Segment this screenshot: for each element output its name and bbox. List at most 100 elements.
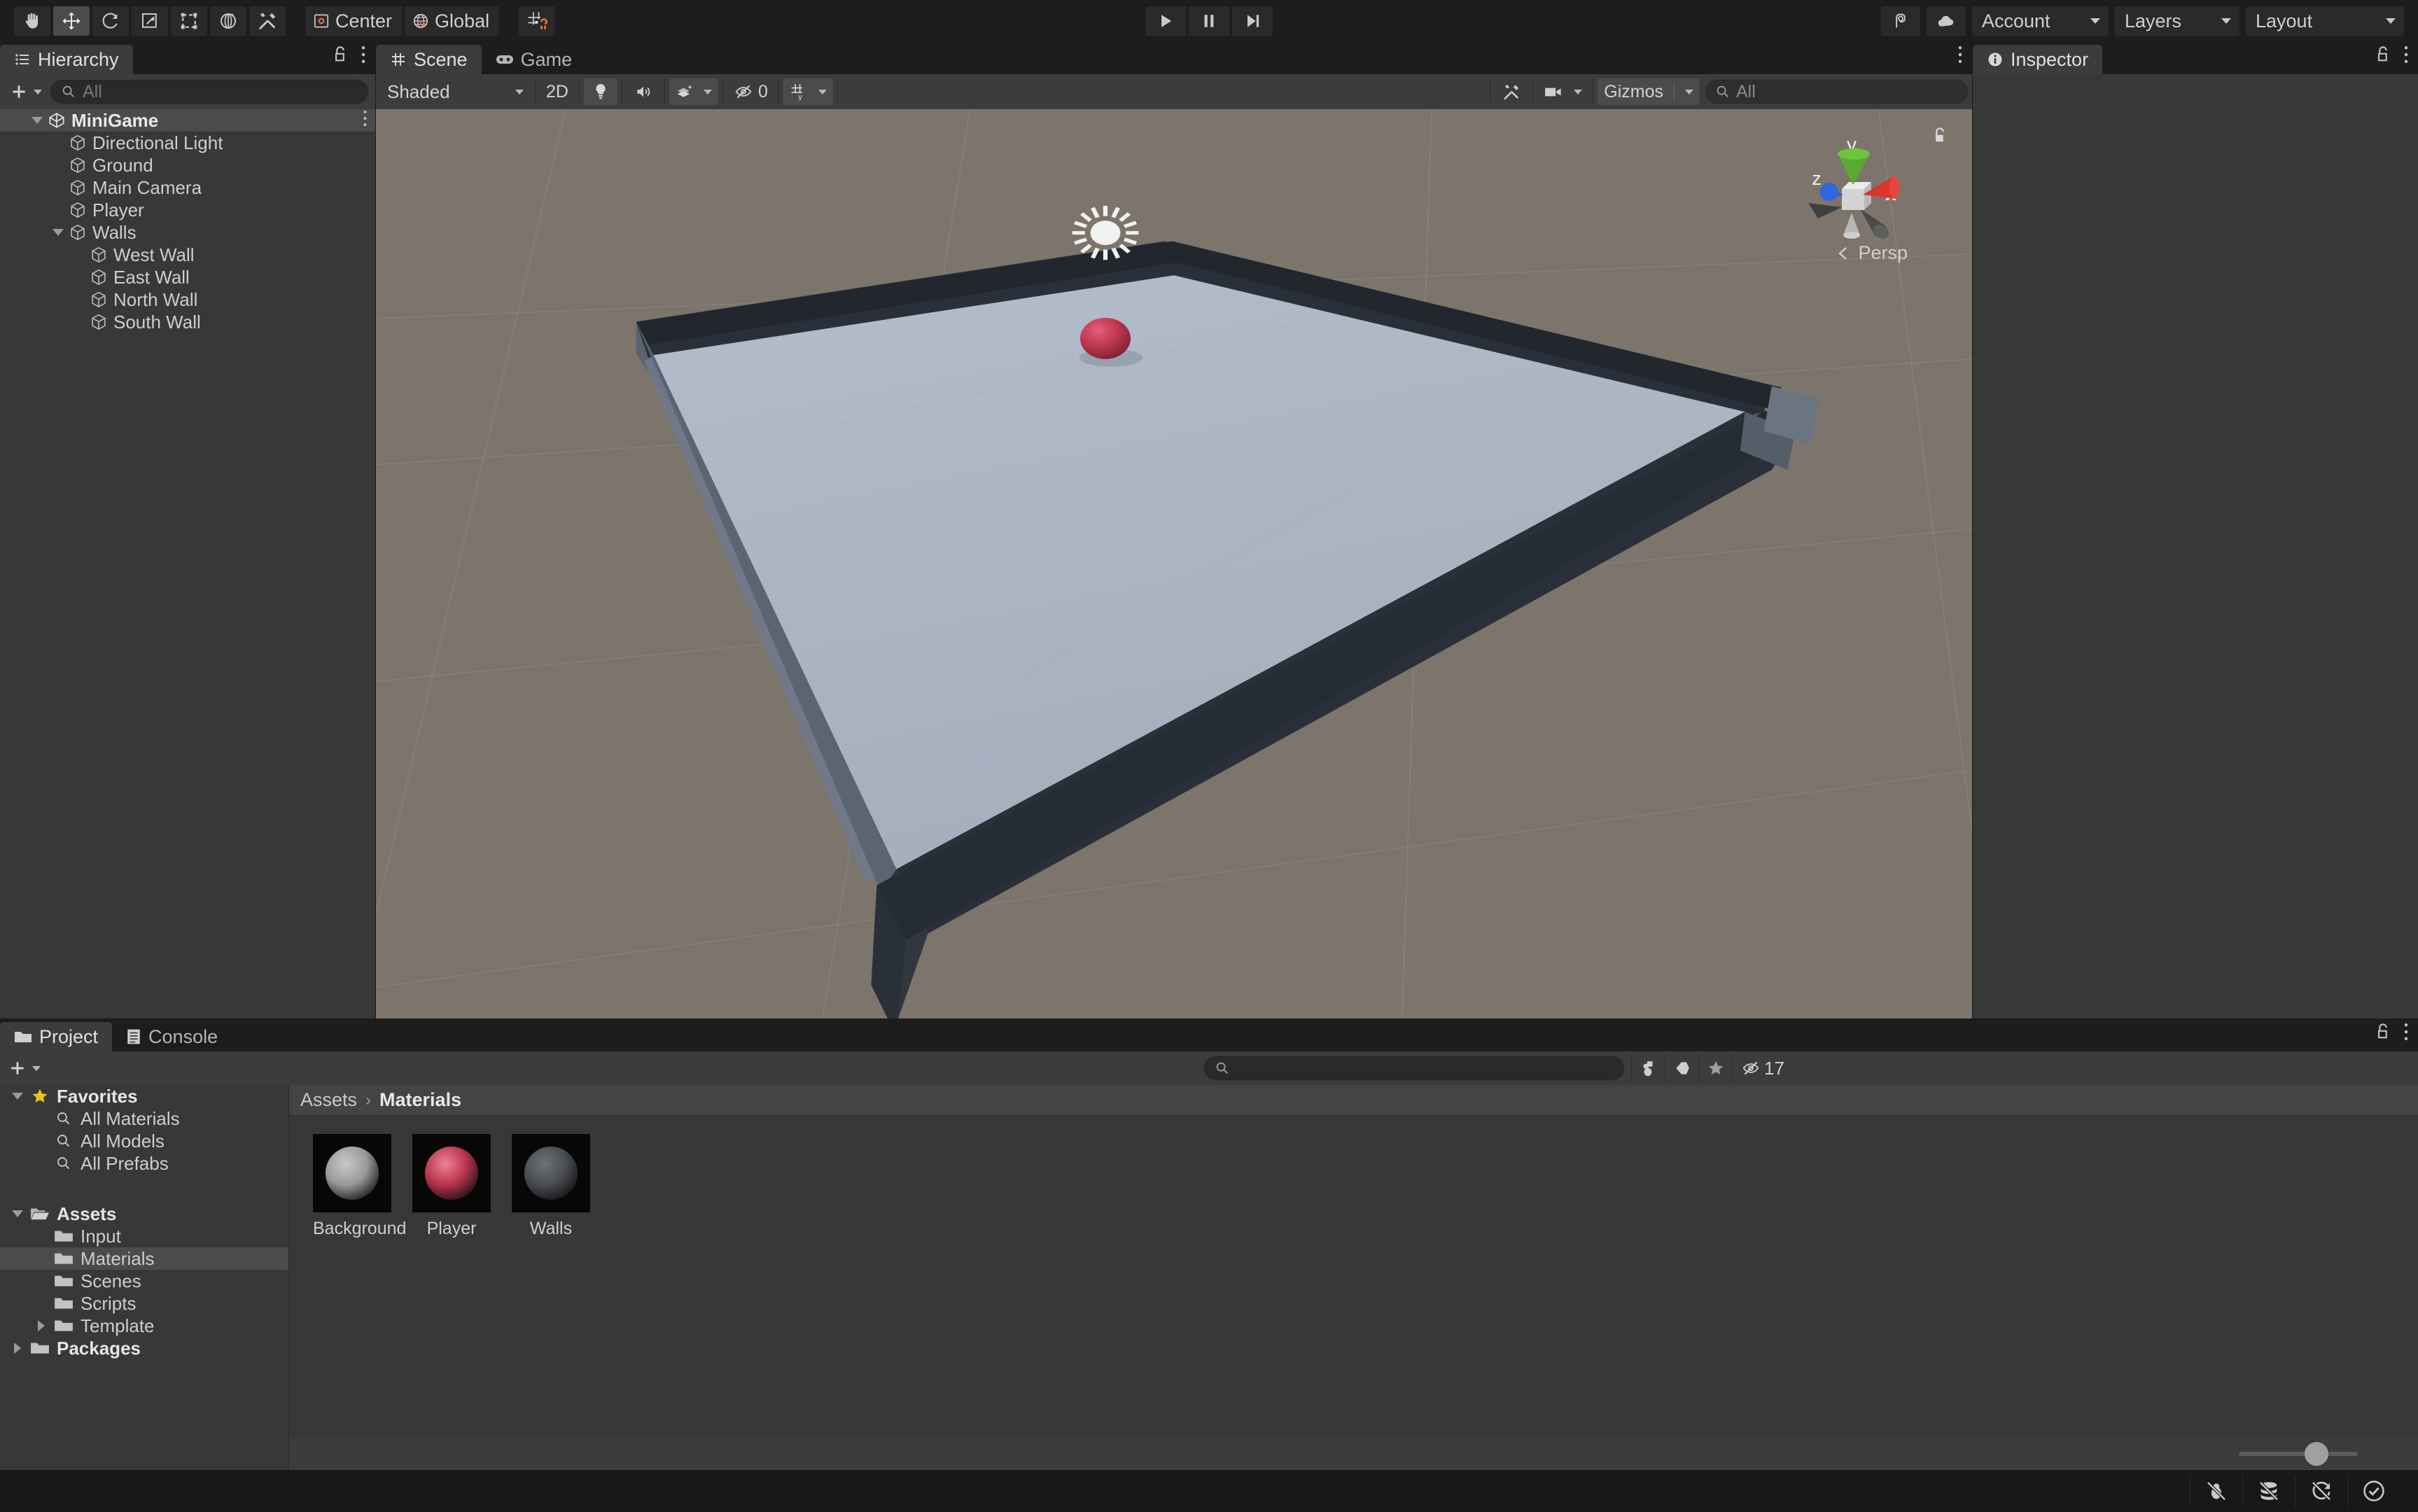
hierarchy-item-east-wall[interactable]: East Wall [0, 266, 375, 288]
expand-toggle[interactable] [7, 1343, 28, 1354]
toggle-audio-button[interactable] [626, 78, 660, 105]
filter-favorites-button[interactable] [1698, 1054, 1732, 1082]
panel-menu-icon[interactable] [2403, 1022, 2410, 1045]
asset-item-walls[interactable]: Walls [512, 1134, 590, 1239]
project-tree-item-all-prefabs[interactable]: All Prefabs [0, 1152, 288, 1175]
step-button[interactable] [1232, 6, 1273, 36]
asset-grid[interactable]: Background Player Walls [289, 1116, 2418, 1438]
scene-grid-button[interactable]: y [783, 78, 833, 105]
project-search-input[interactable] [1204, 1056, 1624, 1080]
hierarchy-search-input[interactable]: All [50, 80, 368, 104]
scale-tool-button[interactable] [132, 6, 168, 36]
hand-tool-button[interactable] [14, 6, 50, 36]
grid-snapping-button[interactable] [519, 6, 556, 36]
rect-tool-button[interactable] [171, 6, 207, 36]
hierarchy-item-north-wall[interactable]: North Wall [0, 288, 375, 311]
scene-viewport[interactable]: y z x [376, 109, 1972, 1018]
project-hidden-count[interactable]: 17 [1732, 1054, 1793, 1082]
custom-tool-button[interactable] [249, 6, 286, 36]
expand-toggle[interactable] [7, 1093, 28, 1100]
tab-console[interactable]: Console [112, 1022, 232, 1051]
asset-item-player[interactable]: Player [412, 1134, 491, 1239]
gameobject-cube-icon [71, 180, 85, 195]
panel-menu-icon[interactable] [1957, 45, 1964, 68]
pause-button[interactable] [1189, 6, 1229, 36]
handle-rotation-button[interactable]: Global [405, 6, 500, 36]
row-menu-icon[interactable] [362, 109, 368, 127]
tab-project[interactable]: Project [0, 1022, 113, 1051]
hierarchy-item-minigame[interactable]: MiniGame [0, 109, 375, 132]
project-tree-item-assets[interactable]: Assets [0, 1203, 288, 1225]
rotate-tool-button[interactable] [92, 6, 129, 36]
lock-icon[interactable] [2375, 1023, 2391, 1044]
pivot-mode-button[interactable]: Center [305, 6, 403, 36]
gizmos-button[interactable]: Gizmos [1598, 78, 1700, 105]
ok-icon[interactable] [2348, 1470, 2400, 1512]
project-add-button[interactable] [8, 1059, 41, 1077]
move-tool-button[interactable] [53, 6, 90, 36]
hierarchy-item-directional-light[interactable]: Directional Light [0, 132, 375, 154]
panel-menu-icon[interactable] [360, 45, 367, 68]
project-folder-tree[interactable]: Favorites All Materials All Models All Pref… [0, 1085, 289, 1470]
hierarchy-add-button[interactable] [7, 83, 45, 101]
layout-dropdown[interactable]: Layout [2246, 6, 2404, 36]
breadcrumb[interactable]: Assets › Materials [289, 1085, 2418, 1116]
expand-toggle[interactable] [49, 229, 67, 236]
asset-item-background[interactable]: Background [313, 1134, 406, 1239]
filter-by-type-button[interactable] [1631, 1054, 1665, 1082]
expand-toggle[interactable] [7, 1210, 28, 1217]
expand-toggle[interactable] [31, 1320, 52, 1331]
project-tree-item-scenes[interactable]: Scenes [0, 1270, 288, 1292]
filter-by-label-button[interactable] [1665, 1054, 1698, 1082]
hierarchy-tree[interactable]: MiniGame Directional Light Ground Main Came… [0, 109, 375, 1018]
account-dropdown[interactable]: Account [1972, 6, 2109, 36]
cache-off-icon[interactable] [2243, 1470, 2295, 1512]
toggle-2d-button[interactable]: 2D [540, 78, 575, 105]
project-tree-item-scripts[interactable]: Scripts [0, 1292, 288, 1315]
hierarchy-item-west-wall[interactable]: West Wall [0, 244, 375, 266]
project-tree-item-input[interactable]: Input [0, 1225, 288, 1247]
hierarchy-item-player[interactable]: Player [0, 199, 375, 221]
row-menu-icon[interactable] [362, 109, 368, 132]
scene-tools-button[interactable] [1495, 78, 1529, 105]
panel-menu-icon[interactable] [2403, 45, 2410, 68]
toggle-lighting-button[interactable] [583, 78, 617, 105]
transform-tool-button[interactable] [210, 6, 246, 36]
collab-button[interactable] [1881, 6, 1920, 36]
project-tree-item-favorites[interactable]: Favorites [0, 1085, 288, 1107]
hierarchy-item-south-wall[interactable]: South Wall [0, 311, 375, 333]
layers-dropdown[interactable]: Layers [2115, 6, 2239, 36]
project-tree-item-template[interactable]: Template [0, 1315, 288, 1337]
pivot-group: Center Global [305, 6, 500, 36]
cloud-services-button[interactable] [1927, 6, 1966, 36]
viewport-lock-icon[interactable] [1931, 127, 1948, 148]
tab-hierarchy[interactable]: Hierarchy [0, 45, 133, 74]
breadcrumb-segment-materials[interactable]: Materials [379, 1089, 461, 1111]
lock-icon[interactable] [332, 46, 349, 67]
project-tree-item-all-models[interactable]: All Models [0, 1130, 288, 1152]
tab-inspector[interactable]: Inspector [1973, 45, 2103, 74]
projection-mode-label-wrap[interactable]: Persp [1835, 242, 1908, 264]
project-tree-item-packages[interactable]: Packages [0, 1337, 288, 1359]
scene-search-input[interactable]: All [1705, 80, 1968, 104]
inspector-tab-label: Inspector [2011, 48, 2089, 70]
zoom-slider-knob[interactable] [2304, 1442, 2328, 1466]
expand-toggle[interactable] [28, 117, 46, 124]
breadcrumb-segment-assets[interactable]: Assets [300, 1089, 357, 1111]
autorefresh-off-icon[interactable] [2295, 1470, 2347, 1512]
debug-off-icon[interactable] [2190, 1470, 2242, 1512]
project-tree-item-all-materials[interactable]: All Materials [0, 1107, 288, 1130]
play-button[interactable] [1145, 6, 1186, 36]
scene-camera-button[interactable] [1537, 78, 1589, 105]
hierarchy-item-walls[interactable]: Walls [0, 221, 375, 244]
thumbnail-zoom-slider[interactable] [2239, 1442, 2358, 1466]
tab-scene[interactable]: Scene [376, 45, 482, 74]
toggle-effects-button[interactable] [669, 78, 718, 105]
draw-mode-dropdown[interactable]: Shaded [380, 78, 531, 105]
hidden-objects-button[interactable]: 0 [727, 78, 774, 105]
tab-game[interactable]: Game [482, 45, 587, 74]
lock-icon[interactable] [2375, 46, 2391, 67]
project-tree-item-materials[interactable]: Materials [0, 1247, 288, 1270]
hierarchy-item-ground[interactable]: Ground [0, 154, 375, 176]
hierarchy-item-main-camera[interactable]: Main Camera [0, 176, 375, 199]
